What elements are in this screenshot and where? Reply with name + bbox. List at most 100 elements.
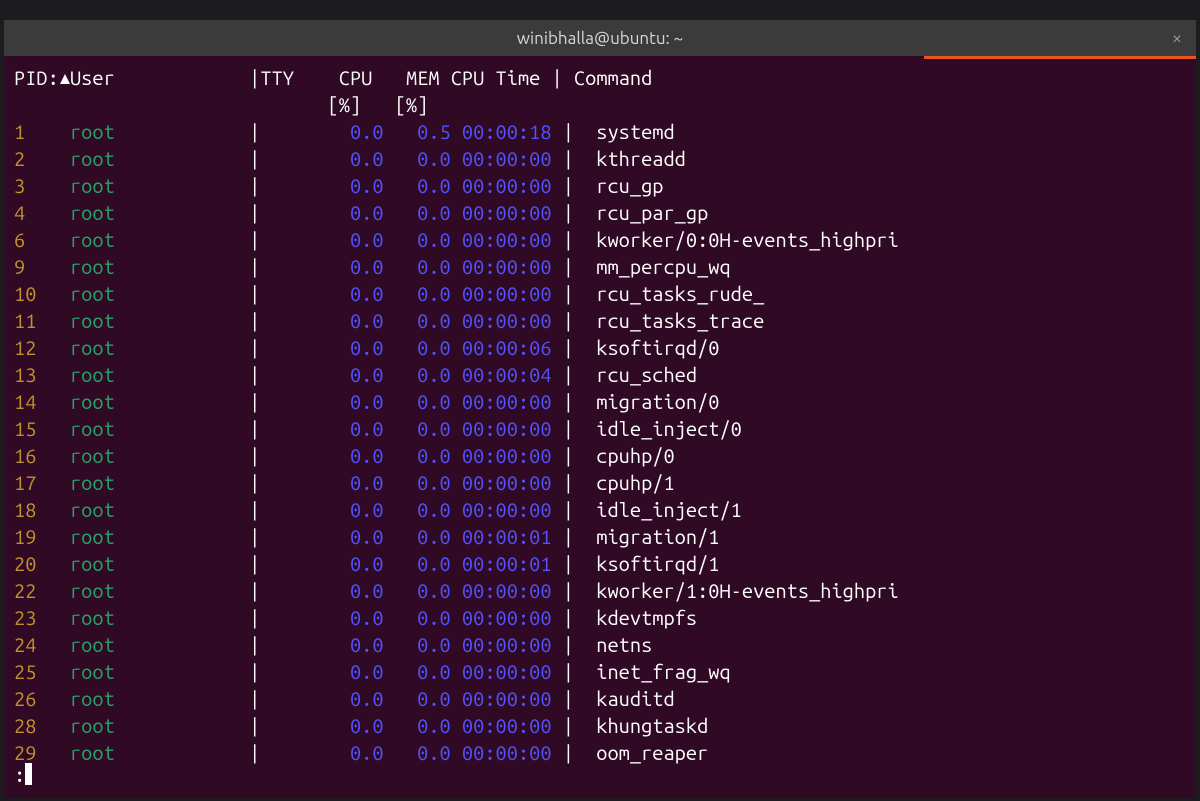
proc-user: root — [70, 550, 249, 577]
table-row[interactable]: 12root|0.00.0 00:00:06 | ksoftirqd/0 — [14, 334, 1186, 361]
table-row[interactable]: 3root|0.00.0 00:00:00 | rcu_gp — [14, 172, 1186, 199]
proc-cpu: 0.0 — [339, 118, 384, 145]
table-row[interactable]: 20root|0.00.0 00:00:01 | ksoftirqd/1 — [14, 550, 1186, 577]
table-row[interactable]: 16root|0.00.0 00:00:00 | cpuhp/0 — [14, 442, 1186, 469]
proc-user: root — [70, 658, 249, 685]
status-line[interactable]: : — [14, 763, 32, 786]
proc-mem: 0.0 — [406, 307, 451, 334]
table-row[interactable]: 11root|0.00.0 00:00:00 | rcu_tasks_trace — [14, 307, 1186, 334]
proc-user: root — [70, 685, 249, 712]
table-row[interactable]: 28root|0.00.0 00:00:00 | khungtaskd — [14, 712, 1186, 739]
col-cpu-time[interactable]: CPU Time — [451, 64, 552, 91]
proc-command: ksoftirqd/0 — [596, 334, 719, 361]
proc-user: root — [70, 226, 249, 253]
proc-cpu-time: 00:00:01 — [462, 550, 552, 577]
table-row[interactable]: 1root|0.00.5 00:00:18 | systemd — [14, 118, 1186, 145]
proc-pid: 9 — [14, 253, 70, 280]
header-row[interactable]: PID:User|TTYCPUMEMCPU Time| Command — [14, 64, 1186, 91]
proc-user: root — [70, 118, 249, 145]
table-row[interactable]: 4root|0.00.0 00:00:00 | rcu_par_gp — [14, 199, 1186, 226]
proc-user: root — [70, 172, 249, 199]
proc-cpu-time: 00:00:00 — [462, 739, 552, 766]
proc-cpu-time: 00:00:00 — [462, 712, 552, 739]
proc-command: rcu_sched — [596, 361, 697, 388]
proc-pid: 12 — [14, 334, 70, 361]
table-row[interactable]: 2root|0.00.0 00:00:00 | kthreadd — [14, 145, 1186, 172]
proc-cpu-time: 00:00:00 — [462, 172, 552, 199]
col-separator: | — [249, 66, 260, 89]
proc-user: root — [70, 334, 249, 361]
table-row[interactable]: 24root|0.00.0 00:00:00 | netns — [14, 631, 1186, 658]
proc-user: root — [70, 469, 249, 496]
proc-pid: 1 — [14, 118, 70, 145]
process-list[interactable]: 1root|0.00.5 00:00:18 | systemd2root|0.0… — [14, 118, 1186, 766]
table-row[interactable]: 22root|0.00.0 00:00:00 | kworker/1:0H-ev… — [14, 577, 1186, 604]
col-command[interactable]: Command — [574, 64, 652, 91]
proc-mem: 0.0 — [406, 523, 451, 550]
proc-cpu-time: 00:00:00 — [462, 307, 552, 334]
table-row[interactable]: 6root|0.00.0 00:00:00 | kworker/0:0H-eve… — [14, 226, 1186, 253]
col-cpu[interactable]: CPU — [328, 64, 373, 91]
col-mem[interactable]: MEM — [395, 64, 440, 91]
proc-cpu-time: 00:00:00 — [462, 415, 552, 442]
proc-cpu: 0.0 — [339, 226, 384, 253]
proc-command: idle_inject/0 — [596, 415, 742, 442]
table-row[interactable]: 17root|0.00.0 00:00:00 | cpuhp/1 — [14, 469, 1186, 496]
col-tty[interactable]: TTY — [260, 64, 327, 91]
col-user[interactable]: User — [70, 64, 249, 91]
table-row[interactable]: 29root|0.00.0 00:00:00 | oom_reaper — [14, 739, 1186, 766]
proc-mem: 0.0 — [406, 604, 451, 631]
table-row[interactable]: 23root|0.00.0 00:00:00 | kdevtmpfs — [14, 604, 1186, 631]
proc-cpu-time: 00:00:00 — [462, 199, 552, 226]
proc-user: root — [70, 145, 249, 172]
proc-cpu: 0.0 — [339, 550, 384, 577]
proc-cpu: 0.0 — [339, 496, 384, 523]
proc-pid: 28 — [14, 712, 70, 739]
proc-user: root — [70, 388, 249, 415]
table-row[interactable]: 25root|0.00.0 00:00:00 | inet_frag_wq — [14, 658, 1186, 685]
proc-mem: 0.0 — [406, 442, 451, 469]
proc-user: root — [70, 253, 249, 280]
proc-mem: 0.0 — [406, 550, 451, 577]
proc-pid: 22 — [14, 577, 70, 604]
table-row[interactable]: 9root|0.00.0 00:00:00 | mm_percpu_wq — [14, 253, 1186, 280]
proc-pid: 25 — [14, 658, 70, 685]
proc-cpu: 0.0 — [339, 658, 384, 685]
proc-command: kauditd — [596, 685, 674, 712]
proc-command: migration/1 — [596, 523, 719, 550]
proc-cpu: 0.0 — [339, 604, 384, 631]
proc-pid: 14 — [14, 388, 70, 415]
proc-user: root — [70, 307, 249, 334]
proc-mem: 0.0 — [406, 469, 451, 496]
col-pid[interactable]: PID: — [14, 64, 70, 91]
proc-mem: 0.0 — [406, 280, 451, 307]
terminal-body[interactable]: PID:User|TTYCPUMEMCPU Time| Command [%][… — [4, 56, 1196, 766]
table-row[interactable]: 18root|0.00.0 00:00:00 | idle_inject/1 — [14, 496, 1186, 523]
proc-cpu: 0.0 — [339, 361, 384, 388]
proc-cpu-time: 00:00:00 — [462, 604, 552, 631]
proc-command: systemd — [596, 118, 674, 145]
proc-cpu: 0.0 — [339, 280, 384, 307]
table-row[interactable]: 14root|0.00.0 00:00:00 | migration/0 — [14, 388, 1186, 415]
close-button[interactable]: × — [1172, 20, 1182, 56]
proc-user: root — [70, 199, 249, 226]
proc-mem: 0.0 — [406, 658, 451, 685]
proc-command: migration/0 — [596, 388, 719, 415]
col-mem-unit: [%] — [384, 91, 429, 118]
proc-command: kthreadd — [596, 145, 686, 172]
proc-pid: 3 — [14, 172, 70, 199]
table-row[interactable]: 13root|0.00.0 00:00:04 | rcu_sched — [14, 361, 1186, 388]
table-row[interactable]: 15root|0.00.0 00:00:00 | idle_inject/0 — [14, 415, 1186, 442]
table-row[interactable]: 19root|0.00.0 00:00:01 | migration/1 — [14, 523, 1186, 550]
proc-user: root — [70, 361, 249, 388]
proc-pid: 4 — [14, 199, 70, 226]
proc-cpu-time: 00:00:00 — [462, 442, 552, 469]
proc-mem: 0.0 — [406, 199, 451, 226]
proc-cpu: 0.0 — [339, 307, 384, 334]
table-row[interactable]: 10root|0.00.0 00:00:00 | rcu_tasks_rude_ — [14, 280, 1186, 307]
proc-user: root — [70, 523, 249, 550]
table-row[interactable]: 26root|0.00.0 00:00:00 | kauditd — [14, 685, 1186, 712]
proc-cpu-time: 00:00:00 — [462, 145, 552, 172]
proc-mem: 0.0 — [406, 631, 451, 658]
terminal-window: winibhalla@ubuntu: ~ × PID:User|TTYCPUME… — [4, 20, 1196, 798]
